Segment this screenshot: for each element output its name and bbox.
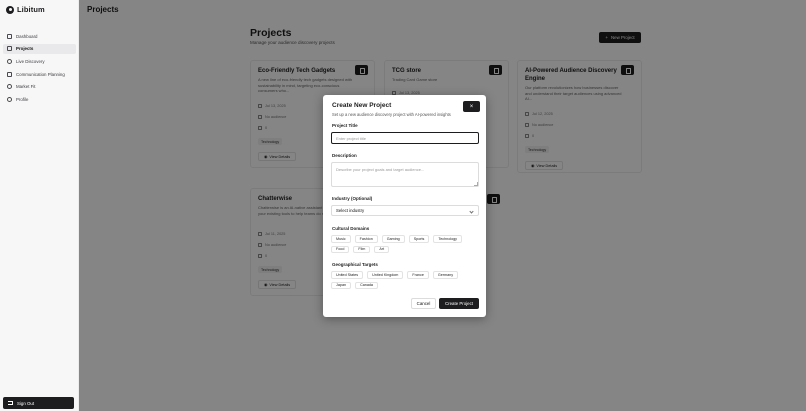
textarea-resize-handle[interactable] [474,182,478,186]
target-icon [7,84,12,90]
geo-chip-france[interactable]: France [407,271,429,279]
industry-select-value: Select industry [336,208,365,213]
geo-chip-canada[interactable]: Canada [355,281,378,289]
cancel-button[interactable]: Cancel [411,298,436,309]
sidebar-item-label: Projects [16,46,34,52]
cultural-domains-label: Cultural Domains [332,226,370,231]
sidebar-item-market-fit[interactable]: Market Fit [3,82,76,92]
sidebar-item-label: Profile [16,96,29,102]
industry-label: Industry (Optional) [332,196,373,201]
description-label: Description [332,153,357,158]
create-project-dialog: Create New Project Set up a new audience… [323,95,486,317]
project-title-input[interactable] [331,132,479,144]
industry-select[interactable]: Select industry [331,205,479,216]
description-textarea[interactable] [331,162,479,187]
app-logo[interactable]: Libitum [6,5,45,14]
domain-chip-music[interactable]: Music [331,235,351,243]
folder-icon [7,46,12,52]
geo-chip-united-states[interactable]: United States [331,271,364,279]
sidebar: Libitum Dashboard Projects Live Discover… [0,0,79,411]
dialog-title: Create New Project [332,102,392,109]
close-button[interactable]: × [463,101,480,112]
domain-chip-gaming[interactable]: Gaming [381,235,405,243]
cultural-domains-group: Music Fashion Gaming Sports Technology F… [331,235,481,253]
message-icon [7,71,12,77]
dialog-subtitle: Set up a new audience discovery project … [332,111,451,117]
sidebar-item-dashboard[interactable]: Dashboard [3,31,76,41]
geo-chip-united-kingdom[interactable]: United Kingdom [367,271,404,279]
geographical-targets-group: United States United Kingdom France Germ… [331,271,481,289]
radio-icon [7,58,12,64]
logout-icon [8,401,13,405]
sidebar-item-communication-planning[interactable]: Communication Planning [3,69,76,79]
geo-chip-japan[interactable]: Japan [331,281,352,289]
sidebar-item-label: Live Discovery [16,58,45,64]
sidebar-item-label: Market Fit [16,84,36,90]
create-project-button[interactable]: Create Project [439,298,479,309]
geo-chip-germany[interactable]: Germany [432,271,459,279]
sidebar-item-profile[interactable]: Profile [3,94,76,104]
domain-chip-art[interactable]: Art [374,245,390,253]
sign-out-label: Sign Out [17,400,35,406]
sidebar-item-live-discovery[interactable]: Live Discovery [3,56,76,66]
domain-chip-technology[interactable]: Technology [433,235,463,243]
chevron-down-icon [469,208,474,214]
geographical-targets-label: Geographical Targets [332,262,378,267]
sidebar-item-label: Communication Planning [16,71,65,77]
sidebar-item-label: Dashboard [16,33,38,39]
domain-chip-food[interactable]: Food [331,245,350,253]
sidebar-nav: Dashboard Projects Live Discovery Commun… [3,31,76,107]
close-icon: × [469,103,474,110]
sign-out-button[interactable]: Sign Out [3,397,74,409]
domain-chip-sports[interactable]: Sports [408,235,430,243]
grid-icon [7,33,12,39]
logo-icon [6,5,14,14]
domain-chip-fashion[interactable]: Fashion [354,235,378,243]
user-icon [7,96,12,102]
app-name: Libitum [17,5,45,14]
sidebar-item-projects[interactable]: Projects [3,43,76,54]
domain-chip-film[interactable]: Film [353,245,371,253]
project-title-label: Project Title [332,123,358,128]
